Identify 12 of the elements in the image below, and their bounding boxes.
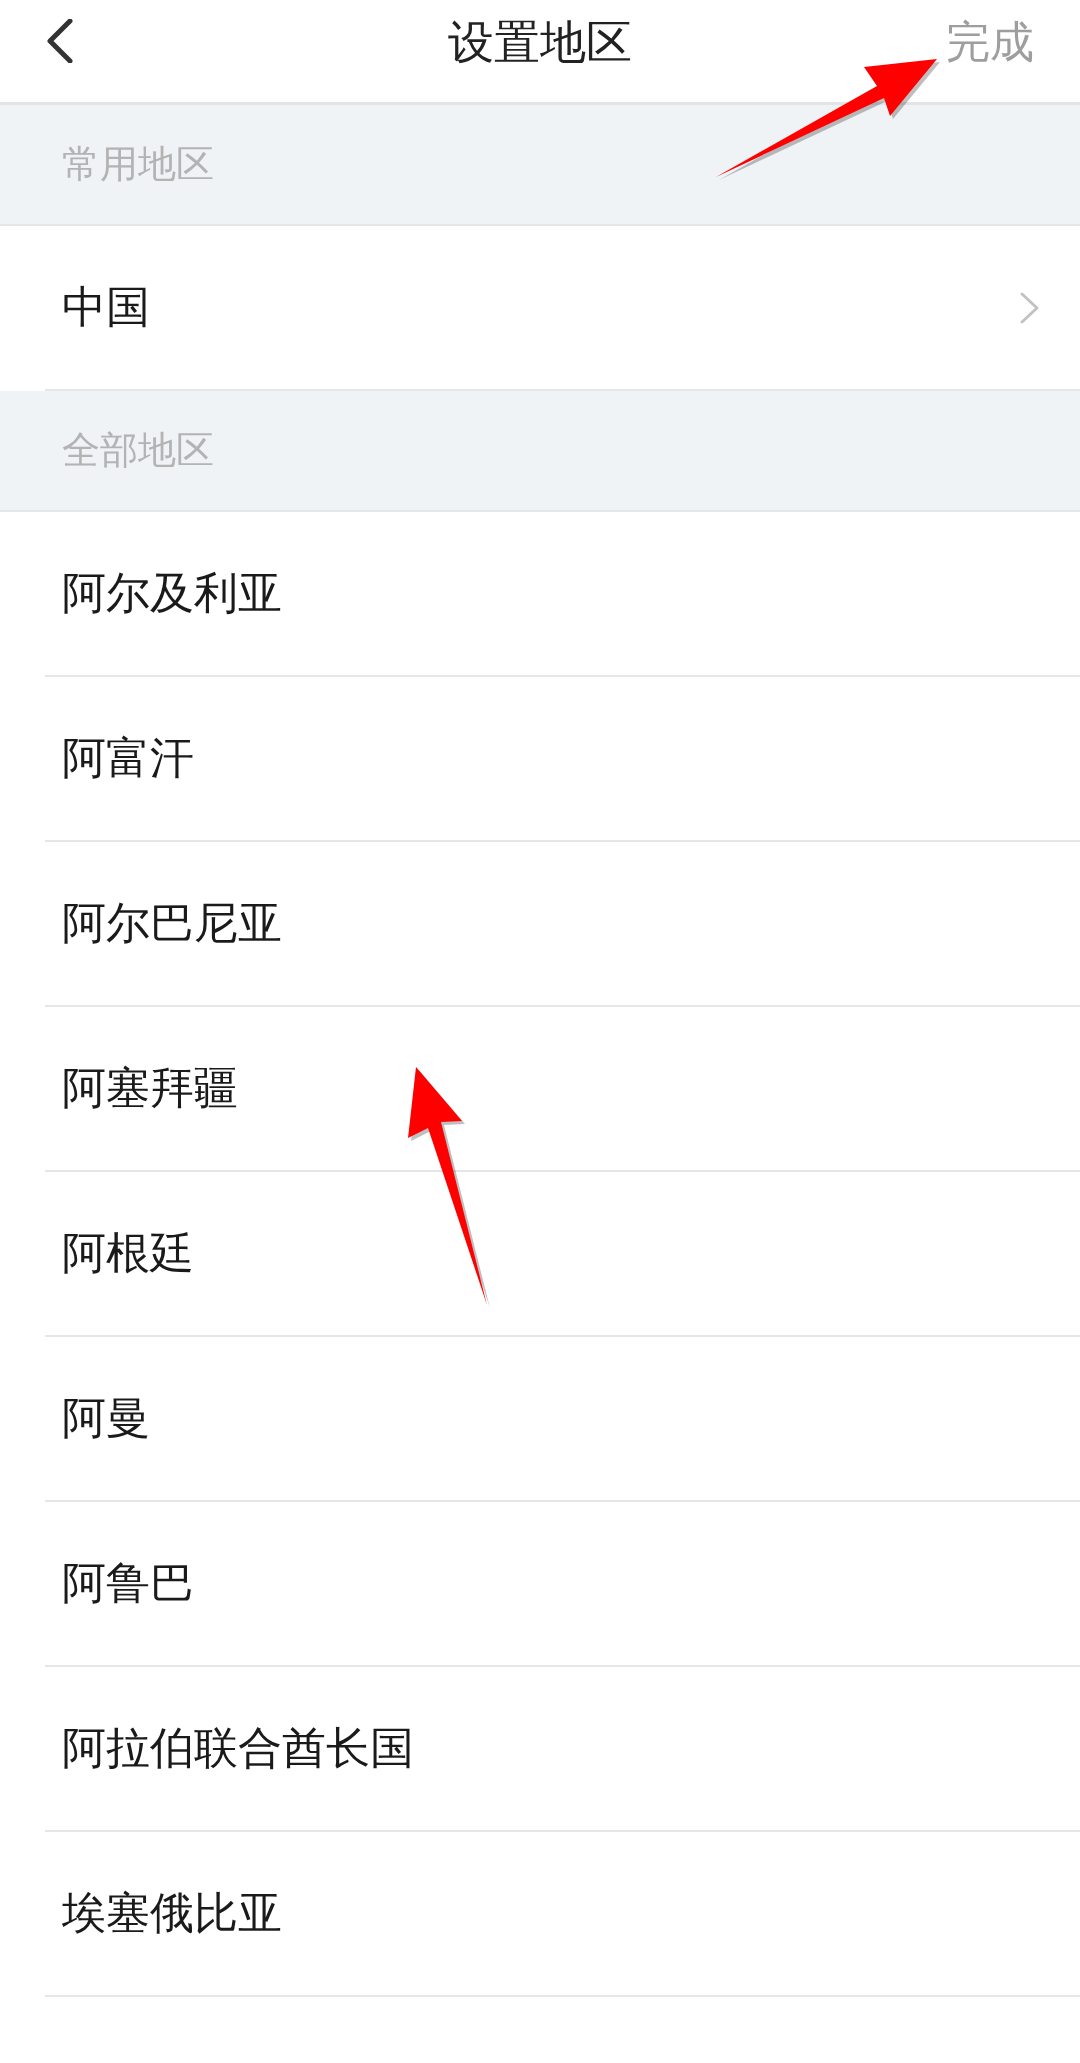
region-item[interactable]: 阿曼 [45,1337,1080,1502]
back-icon[interactable] [47,19,73,63]
region-item[interactable]: 阿富汗 [45,677,1080,842]
chevron-right-icon [1020,291,1040,324]
region-item[interactable]: 阿拉伯联合酋长国 [45,1667,1080,1832]
region-item[interactable]: 阿鲁巴 [45,1502,1080,1667]
section-header: 常用地区 [0,105,1080,226]
page-title: 设置地区 [448,14,632,70]
region-item[interactable]: 埃塞俄比亚 [45,1832,1080,1997]
region-item[interactable]: 阿尔及利亚 [45,512,1080,677]
region-item[interactable]: 阿尔巴尼亚 [45,842,1080,1007]
section-header: 全部地区 [0,391,1080,512]
